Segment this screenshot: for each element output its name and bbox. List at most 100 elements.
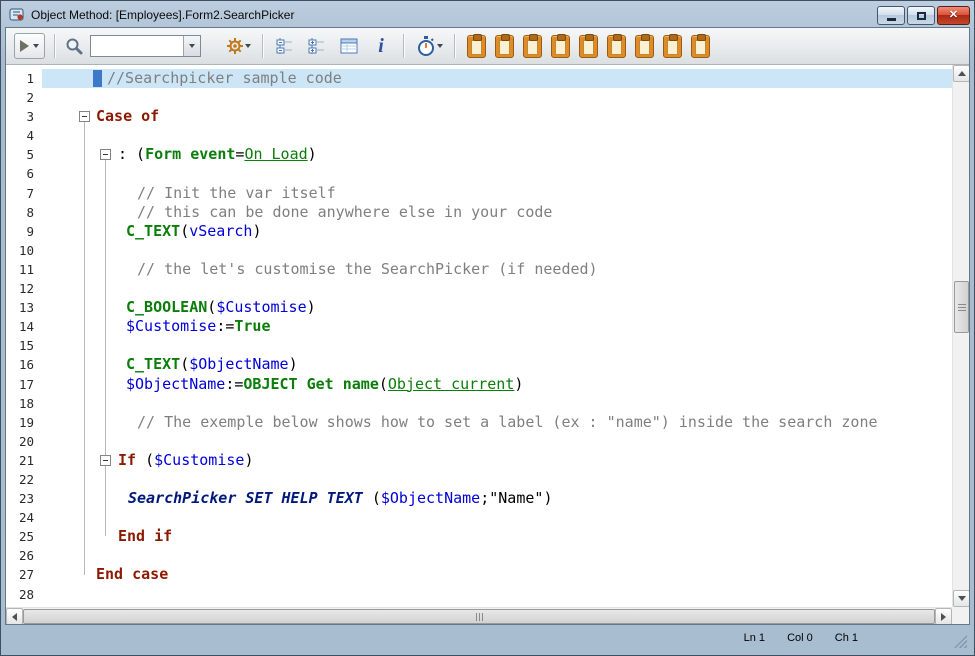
code-line-17[interactable]: $ObjectName:=OBJECT Get name(Object curr… bbox=[42, 375, 952, 394]
code-line-12[interactable] bbox=[42, 279, 952, 298]
fold-toggle-icon[interactable] bbox=[100, 149, 111, 160]
toolbar: i bbox=[6, 28, 969, 65]
fold-toggle-icon[interactable] bbox=[100, 455, 111, 466]
code-line-23[interactable]: SearchPicker SET HELP TEXT ($ObjectName;… bbox=[42, 489, 952, 508]
vertical-scrollbar[interactable] bbox=[952, 65, 969, 607]
scroll-down-button[interactable] bbox=[953, 590, 969, 607]
code-line-3[interactable]: Case of bbox=[42, 107, 952, 126]
code-line-27[interactable]: End case bbox=[42, 565, 952, 584]
down-arrow-icon bbox=[958, 596, 966, 601]
play-icon bbox=[20, 40, 29, 52]
line-number: 1 bbox=[6, 69, 42, 88]
chevron-down-icon bbox=[189, 44, 195, 48]
clipboard-3-button[interactable] bbox=[522, 32, 543, 60]
search-dropdown-button[interactable] bbox=[183, 36, 200, 56]
magnifier-icon bbox=[64, 36, 84, 56]
line-number: 25 bbox=[6, 527, 42, 546]
line-number: 4 bbox=[6, 126, 42, 145]
code-line-9[interactable]: C_TEXT(vSearch) bbox=[42, 222, 952, 241]
scroll-up-button[interactable] bbox=[953, 65, 969, 82]
horizontal-scroll-thumb[interactable] bbox=[23, 609, 935, 624]
code-line-21[interactable]: If ($Customise) bbox=[42, 451, 952, 470]
close-icon: ✕ bbox=[949, 10, 958, 21]
code-line-14[interactable]: $Customise:=True bbox=[42, 317, 952, 336]
code-line-22[interactable] bbox=[42, 470, 952, 489]
toolbar-separator bbox=[54, 34, 55, 58]
scroll-left-button[interactable] bbox=[6, 608, 23, 624]
scroll-right-button[interactable] bbox=[935, 608, 952, 624]
line-number: 11 bbox=[6, 260, 42, 279]
timer-button[interactable] bbox=[413, 32, 445, 60]
app-icon bbox=[9, 7, 25, 23]
maximize-icon bbox=[917, 12, 926, 20]
code-line-4[interactable] bbox=[42, 126, 952, 145]
line-number: 2 bbox=[6, 88, 42, 107]
line-number: 26 bbox=[6, 546, 42, 565]
vertical-scroll-thumb[interactable] bbox=[954, 281, 969, 333]
code-line-5[interactable]: : (Form event=On Load) bbox=[42, 145, 952, 164]
clipboard-icon bbox=[663, 35, 682, 58]
code-line-18[interactable] bbox=[42, 394, 952, 413]
clipboard-7-button[interactable] bbox=[634, 32, 655, 60]
code-line-16[interactable]: C_TEXT($ObjectName) bbox=[42, 355, 952, 374]
line-number: 7 bbox=[6, 184, 42, 203]
code-line-26[interactable] bbox=[42, 546, 952, 565]
search-input[interactable] bbox=[91, 36, 183, 56]
line-number: 13 bbox=[6, 298, 42, 317]
line-number: 14 bbox=[6, 317, 42, 336]
code-line-20[interactable] bbox=[42, 432, 952, 451]
method-info-button[interactable]: i bbox=[368, 32, 394, 60]
line-number: 22 bbox=[6, 470, 42, 489]
clipboard-icon bbox=[691, 35, 710, 58]
code-line-2[interactable] bbox=[42, 88, 952, 107]
clipboard-5-button[interactable] bbox=[578, 32, 599, 60]
execute-method-button[interactable] bbox=[14, 33, 45, 59]
expand-all-button[interactable] bbox=[304, 32, 330, 60]
maximize-button[interactable] bbox=[907, 6, 935, 25]
line-number: 21 bbox=[6, 451, 42, 470]
clipboard-1-button[interactable] bbox=[466, 32, 487, 60]
line-number: 20 bbox=[6, 432, 42, 451]
code-line-10[interactable] bbox=[42, 241, 952, 260]
code-line-24[interactable] bbox=[42, 508, 952, 527]
thumb-grip-icon bbox=[958, 307, 966, 308]
search-combobox bbox=[90, 35, 201, 57]
clipboard-icon bbox=[607, 35, 626, 58]
clipboard-icon bbox=[579, 35, 598, 58]
code-line-28[interactable] bbox=[42, 585, 952, 604]
close-button[interactable]: ✕ bbox=[937, 6, 970, 25]
code-line-11[interactable]: // the let's customise the SearchPicker … bbox=[42, 260, 952, 279]
clipboard-2-button[interactable] bbox=[494, 32, 515, 60]
code-line-7[interactable]: // Init the var itself bbox=[42, 184, 952, 203]
method-listing-button[interactable] bbox=[336, 32, 362, 60]
clipboard-8-button[interactable] bbox=[662, 32, 683, 60]
horizontal-scrollbar[interactable] bbox=[6, 607, 952, 624]
line-number: 9 bbox=[6, 222, 42, 241]
chevron-down-icon bbox=[437, 44, 443, 48]
minimize-icon bbox=[887, 18, 896, 21]
clipboard-4-button[interactable] bbox=[550, 32, 571, 60]
code-line-1[interactable]: //Searchpicker sample code bbox=[42, 69, 952, 88]
minimize-button[interactable] bbox=[877, 6, 905, 25]
method-options-button[interactable] bbox=[223, 32, 253, 60]
code-line-6[interactable] bbox=[42, 164, 952, 183]
collapse-all-button[interactable] bbox=[272, 32, 298, 60]
window-title: Object Method: [Employees].Form2.SearchP… bbox=[31, 8, 294, 22]
info-icon: i bbox=[378, 36, 384, 56]
code-line-19[interactable]: // The exemple below shows how to set a … bbox=[42, 413, 952, 432]
code-line-8[interactable]: // this can be done anywhere else in you… bbox=[42, 203, 952, 222]
code-content[interactable]: //Searchpicker sample code Case of : (Form… bbox=[42, 65, 952, 607]
status-column: Col 0 bbox=[787, 632, 813, 644]
code-line-25[interactable]: End if bbox=[42, 527, 952, 546]
clipboard-9-button[interactable] bbox=[690, 32, 711, 60]
clipboard-6-button[interactable] bbox=[606, 32, 627, 60]
toolbar-separator bbox=[454, 34, 455, 58]
code-line-15[interactable] bbox=[42, 336, 952, 355]
stopwatch-icon bbox=[415, 35, 437, 57]
selection-block bbox=[93, 70, 102, 87]
clipboard-icon bbox=[635, 35, 654, 58]
code-line-13[interactable]: C_BOOLEAN($Customise) bbox=[42, 298, 952, 317]
fold-toggle-icon[interactable] bbox=[79, 111, 90, 122]
line-number: 27 bbox=[6, 565, 42, 584]
line-number: 17 bbox=[6, 375, 42, 394]
